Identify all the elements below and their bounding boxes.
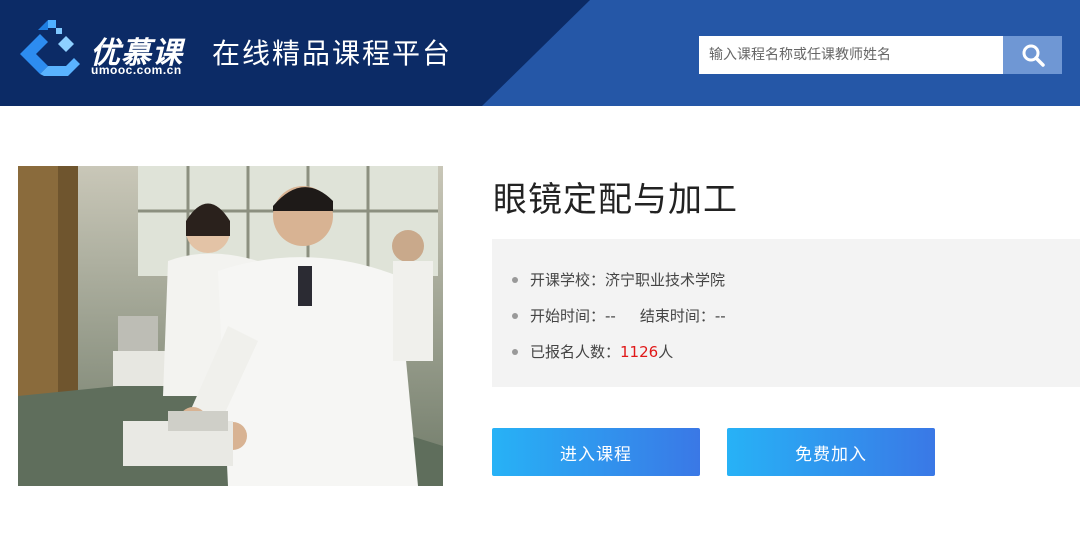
free-join-button[interactable]: 免费加入 — [727, 428, 935, 476]
end-value: -- — [714, 306, 726, 325]
start-label: 开始时间： — [530, 307, 606, 325]
search-icon — [1022, 44, 1045, 67]
school-value: 济宁职业技术学院 — [605, 271, 726, 289]
logo-icon[interactable] — [18, 20, 80, 84]
platform-title: 在线精品课程平台 — [212, 37, 453, 70]
course-title: 眼镜定配与加工 — [493, 180, 738, 220]
start-value: -- — [605, 306, 616, 325]
search-button[interactable] — [1003, 36, 1062, 74]
enter-course-button[interactable]: 进入课程 — [492, 428, 700, 476]
search-input[interactable] — [699, 36, 1003, 74]
course-info-panel: 开课学校： 济宁职业技术学院 开始时间： -- 结束时间： -- 已报名人数： … — [492, 239, 1080, 387]
enrolled-label: 已报名人数： — [530, 343, 621, 361]
bullet-icon — [512, 276, 518, 283]
logo-domain: umooc.com.cn — [91, 63, 182, 77]
school-label: 开课学校： — [530, 271, 606, 289]
enrolled-unit: 人 — [658, 343, 674, 361]
info-enrolled: 已报名人数： 1126 人 — [512, 341, 673, 362]
course-photo-illustration — [18, 166, 443, 486]
end-label: 结束时间： — [639, 307, 715, 325]
bullet-icon — [512, 348, 518, 355]
info-dates: 开始时间： -- 结束时间： -- — [512, 305, 726, 326]
info-school: 开课学校： 济宁职业技术学院 — [512, 269, 725, 290]
enrolled-count: 1126 — [620, 342, 659, 361]
course-cover-image[interactable] — [18, 166, 443, 486]
site-header: 优慕课 umooc.com.cn 在线精品课程平台 — [0, 0, 1080, 106]
bullet-icon — [512, 312, 518, 319]
